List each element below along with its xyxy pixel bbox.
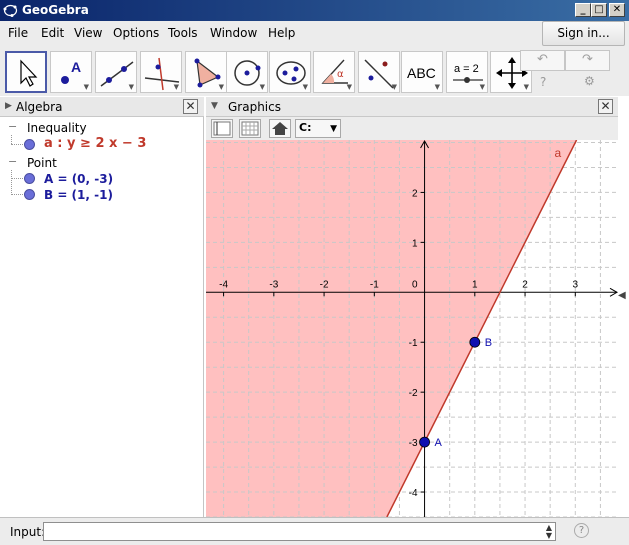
x-tick-label: 3: [573, 279, 579, 290]
geogebra-icon: [3, 4, 18, 17]
panel-arrow-icon[interactable]: ◀: [618, 290, 626, 301]
inequality-region: [206, 140, 577, 517]
slider-tool-button[interactable]: a = 2 ▼: [446, 51, 488, 93]
graphics-style-bar: C: ▼: [206, 117, 618, 140]
polygon-tool-button[interactable]: ▼: [185, 51, 227, 93]
x-tick-label: 1: [472, 279, 478, 290]
input-help-icon[interactable]: ?: [574, 523, 589, 538]
inequality-a[interactable]: a : y ≥ 2 x − 3: [44, 136, 146, 151]
point-A[interactable]: A = (0, -3): [44, 172, 113, 186]
y-tick-label: -1: [409, 338, 418, 349]
svg-text:a = 2: a = 2: [454, 63, 479, 75]
input-bar: Input: ▲ ▼ ?: [0, 517, 629, 545]
visibility-toggle-B[interactable]: [24, 189, 35, 200]
window-title: GeoGebra: [22, 3, 89, 17]
reflect-tool-button[interactable]: ▼: [358, 51, 400, 93]
point-B[interactable]: B = (1, -1): [44, 188, 113, 202]
title-bar: GeoGebra _ □ ✕: [0, 0, 629, 21]
graphics-title: Graphics: [228, 100, 281, 114]
menu-edit[interactable]: Edit: [41, 26, 64, 40]
visibility-toggle-a[interactable]: [24, 139, 35, 150]
inequality-label: a: [555, 146, 562, 160]
collapse-graphics-icon[interactable]: ▼: [211, 101, 218, 111]
menu-bar: File Edit View Options Tools Window Help: [0, 21, 629, 48]
menu-tools[interactable]: Tools: [168, 26, 198, 40]
circle-tool-button[interactable]: ▼: [226, 51, 268, 93]
point-capture-button[interactable]: C: ▼: [295, 119, 341, 138]
minimize-icon[interactable]: _: [575, 3, 591, 17]
maximize-icon[interactable]: □: [591, 3, 607, 17]
menu-options[interactable]: Options: [113, 26, 159, 40]
menu-file[interactable]: File: [8, 26, 28, 40]
point-label-A: A: [435, 437, 443, 449]
grid-icon: [241, 121, 259, 136]
close-algebra-icon[interactable]: ✕: [183, 99, 198, 114]
help-icon[interactable]: ?: [540, 75, 546, 89]
settings-icon[interactable]: ⚙: [584, 74, 595, 88]
undo-button[interactable]: ↶: [520, 50, 565, 71]
graphics-header: ▼ Graphics ✕: [206, 97, 618, 117]
close-icon[interactable]: ✕: [609, 3, 625, 17]
x-tick-label: -1: [370, 279, 379, 290]
y-tick-label: 1: [412, 238, 418, 249]
redo-icon: ↷: [582, 52, 593, 67]
home-view-button[interactable]: [269, 119, 291, 138]
home-icon: [272, 122, 288, 135]
svg-text:ABC: ABC: [407, 65, 436, 81]
algebra-header: ▶ Algebra ✕: [0, 97, 204, 117]
move-arrow-icon: [20, 59, 38, 87]
angle-tool-button[interactable]: α ▼: [313, 51, 355, 93]
input-history-icon[interactable]: ▲ ▼: [546, 524, 552, 540]
input-field[interactable]: ▲ ▼: [43, 522, 556, 541]
point-label-B: B: [485, 337, 492, 349]
point-capture-label: C:: [299, 121, 312, 134]
line-tool-button[interactable]: ▼: [95, 51, 137, 93]
origin-label: 0: [412, 279, 418, 290]
y-tick-label: -4: [409, 488, 418, 499]
point-B[interactable]: [469, 336, 481, 348]
menu-view[interactable]: View: [74, 26, 102, 40]
x-tick-label: -2: [320, 279, 329, 290]
x-tick-label: -3: [269, 279, 278, 290]
axes-icon: [213, 121, 231, 136]
collapse-point-icon[interactable]: −: [8, 155, 17, 168]
algebra-view: − Inequality a : y ≥ 2 x − 3 − Point A =…: [0, 117, 204, 517]
text-tool-button[interactable]: ABC ▼: [401, 51, 443, 93]
undo-icon: ↶: [537, 52, 548, 67]
svg-text:α: α: [337, 69, 344, 80]
menu-window[interactable]: Window: [210, 26, 257, 40]
y-tick-label: -3: [409, 438, 418, 449]
x-tick-label: -4: [219, 279, 228, 290]
show-grid-button[interactable]: [239, 119, 261, 138]
point-tool-button[interactable]: A ▼: [50, 51, 92, 93]
svg-text:A: A: [71, 59, 81, 75]
point-A[interactable]: [419, 436, 430, 448]
collapse-inequality-icon[interactable]: −: [8, 120, 17, 133]
move-tool-button[interactable]: [5, 51, 47, 93]
redo-button[interactable]: ↷: [565, 50, 610, 71]
category-inequality: Inequality: [27, 121, 87, 135]
show-axes-button[interactable]: [211, 119, 233, 138]
sign-in-button[interactable]: Sign in...: [542, 21, 625, 46]
y-tick-label: -2: [409, 388, 418, 399]
visibility-toggle-A[interactable]: [24, 173, 35, 184]
input-label: Input:: [10, 525, 46, 539]
coordinate-plane[interactable]: -4 -3 -2 -1 1 2 3 -4 -3 -2 -1 1 2 0 a A B: [206, 140, 618, 517]
x-tick-label: 2: [522, 279, 528, 290]
perpendicular-tool-button[interactable]: ▼: [140, 51, 182, 93]
conic-tool-button[interactable]: ▼: [269, 51, 311, 93]
dropdown-icon: ▼: [330, 124, 337, 134]
category-point: Point: [27, 156, 57, 170]
algebra-title: Algebra: [16, 100, 63, 114]
graphics-view[interactable]: -4 -3 -2 -1 1 2 3 -4 -3 -2 -1 1 2 0 a A B: [206, 140, 618, 517]
menu-help[interactable]: Help: [268, 26, 295, 40]
collapse-arrow-icon[interactable]: ▶: [5, 101, 12, 111]
y-tick-label: 2: [412, 188, 418, 199]
close-graphics-icon[interactable]: ✕: [598, 99, 613, 114]
